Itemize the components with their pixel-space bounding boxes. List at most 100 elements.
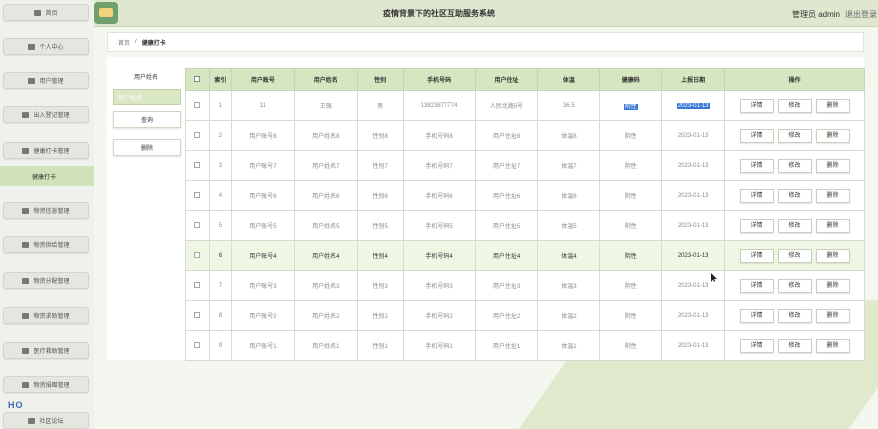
- row-checkbox[interactable]: [194, 341, 201, 348]
- sidebar-item-label: 用户管理: [39, 79, 64, 85]
- edit-button[interactable]: 修改: [777, 338, 812, 353]
- row-checkbox-cell[interactable]: [185, 210, 210, 241]
- row-checkbox-cell[interactable]: [185, 180, 210, 211]
- logout-link[interactable]: 退出登录: [845, 9, 877, 20]
- row-checkbox-cell[interactable]: [185, 150, 210, 181]
- detail-button[interactable]: 详情: [739, 338, 774, 353]
- cell-index: 1: [208, 90, 232, 121]
- sidebar-item-label: 首页: [45, 11, 58, 17]
- detail-button[interactable]: 详情: [739, 128, 774, 143]
- sidebar-item-access-log[interactable]: 出入登记管理: [3, 106, 89, 123]
- row-delete-button[interactable]: 删除: [815, 308, 850, 323]
- row-checkbox-cell[interactable]: [185, 270, 210, 301]
- home-icon: [34, 9, 42, 16]
- delete-button[interactable]: 删除: [113, 139, 181, 156]
- sidebar-item-label: 物资供给管理: [33, 243, 70, 249]
- cell-address: 用户住址1: [474, 330, 539, 361]
- sidebar-item-supply-info[interactable]: 物资信息管理: [3, 202, 89, 219]
- row-delete-button[interactable]: 删除: [815, 248, 850, 263]
- sidebar-decoration: HO: [8, 400, 24, 410]
- row-checkbox-cell[interactable]: [185, 90, 210, 121]
- row-delete-button[interactable]: 删除: [815, 128, 850, 143]
- sidebar-item-profile[interactable]: 个人中心: [3, 38, 89, 55]
- row-checkbox[interactable]: [194, 101, 201, 108]
- select-all-checkbox[interactable]: [194, 75, 201, 82]
- sidebar-item-health-checkin[interactable]: 健康打卡管理: [3, 142, 89, 159]
- edit-button[interactable]: 修改: [777, 128, 812, 143]
- row-delete-button[interactable]: 删除: [815, 278, 850, 293]
- sidebar-item-medical-aid[interactable]: 医疗救助管理: [3, 342, 89, 359]
- row-checkbox[interactable]: [194, 191, 201, 198]
- cell-name: 王强: [293, 90, 358, 121]
- date-text: 2023-01-13: [677, 342, 709, 349]
- sidebar-item-donation[interactable]: 物资捐赠管理: [3, 376, 89, 393]
- row-delete-button[interactable]: 删除: [815, 188, 850, 203]
- cell-address: 用户住址7: [474, 150, 539, 181]
- edit-button[interactable]: 修改: [777, 158, 812, 173]
- person-icon: [22, 241, 30, 248]
- cell-health-code: 阴性: [599, 180, 663, 211]
- detail-button[interactable]: 详情: [739, 158, 774, 173]
- row-delete-button[interactable]: 删除: [815, 338, 850, 353]
- detail-button[interactable]: 详情: [739, 98, 774, 113]
- search-input[interactable]: 用户姓名: [113, 89, 181, 105]
- cell-temperature: 体温8: [537, 120, 601, 151]
- edit-button[interactable]: 修改: [777, 278, 812, 293]
- cell-date: 2023-01-13: [661, 240, 726, 271]
- cell-actions: 详情 修改 删除: [724, 150, 865, 181]
- row-checkbox-cell[interactable]: [185, 240, 210, 271]
- row-checkbox[interactable]: [194, 311, 201, 318]
- row-checkbox[interactable]: [194, 251, 201, 258]
- breadcrumb-home[interactable]: 首页: [118, 38, 130, 47]
- row-checkbox[interactable]: [194, 131, 201, 138]
- sidebar-item-label: 个人中心: [39, 45, 64, 51]
- row-delete-button[interactable]: 删除: [815, 218, 850, 233]
- sidebar-item-label: 医疗救助管理: [33, 349, 70, 355]
- sidebar-item-supply-provide[interactable]: 物资供给管理: [3, 236, 89, 253]
- sidebar-item-forum[interactable]: 社区论坛: [3, 412, 89, 429]
- row-checkbox-cell[interactable]: [185, 330, 210, 361]
- sidebar-subitem-health-checkin[interactable]: 健康打卡: [0, 166, 94, 186]
- sidebar-item-users[interactable]: 用户管理: [3, 72, 89, 89]
- cell-phone: 手机号码3: [402, 270, 476, 301]
- row-checkbox[interactable]: [194, 221, 201, 228]
- edit-button[interactable]: 修改: [777, 308, 812, 323]
- detail-button[interactable]: 详情: [739, 278, 774, 293]
- health-code-text: 阴性: [624, 314, 637, 320]
- detail-button[interactable]: 详情: [739, 218, 774, 233]
- cell-temperature: 体温5: [537, 210, 601, 241]
- row-checkbox[interactable]: [194, 281, 201, 288]
- edit-button[interactable]: 修改: [777, 218, 812, 233]
- column-header: 索引: [208, 68, 232, 91]
- column-header: 体温: [537, 68, 601, 91]
- detail-button[interactable]: 详情: [739, 188, 774, 203]
- row-checkbox[interactable]: [194, 161, 201, 168]
- cell-address: 人民北路5号: [474, 90, 539, 121]
- cell-address: 用户住址5: [474, 210, 539, 241]
- sidebar-item-supply-allocate[interactable]: 物资分配管理: [3, 272, 89, 289]
- cell-name: 用户姓名3: [293, 270, 358, 301]
- cell-date: 2023-01-13: [661, 180, 726, 211]
- cell-gender: 性别1: [356, 330, 404, 361]
- sidebar-item-home[interactable]: 首页: [3, 4, 89, 21]
- row-delete-button[interactable]: 删除: [815, 98, 850, 113]
- cell-health-code: 阴性: [599, 150, 663, 181]
- health-code-text: 阴性: [623, 104, 638, 110]
- cell-temperature: 36.5: [537, 90, 601, 121]
- edit-button[interactable]: 修改: [777, 248, 812, 263]
- cell-index: 5: [208, 210, 232, 241]
- sidebar-item-supply-help[interactable]: 物资求助管理: [3, 307, 89, 324]
- cell-name: 用户姓名5: [293, 210, 358, 241]
- row-delete-button[interactable]: 删除: [815, 158, 850, 173]
- row-checkbox-cell[interactable]: [185, 300, 210, 331]
- edit-button[interactable]: 修改: [777, 188, 812, 203]
- detail-button[interactable]: 详情: [739, 308, 774, 323]
- date-text: 2023-01-13: [677, 282, 709, 289]
- row-checkbox-cell[interactable]: [185, 120, 210, 151]
- edit-button[interactable]: 修改: [777, 98, 812, 113]
- select-all-header[interactable]: [185, 68, 210, 91]
- table-row: 6 用户账号4 用户姓名4 性别4 手机号码4 用户住址4 体温4 阴性 2023-01-13 详…: [185, 240, 865, 271]
- query-button[interactable]: 查询: [113, 111, 181, 128]
- cell-actions: 详情 修改 删除: [724, 240, 865, 271]
- detail-button[interactable]: 详情: [739, 248, 774, 263]
